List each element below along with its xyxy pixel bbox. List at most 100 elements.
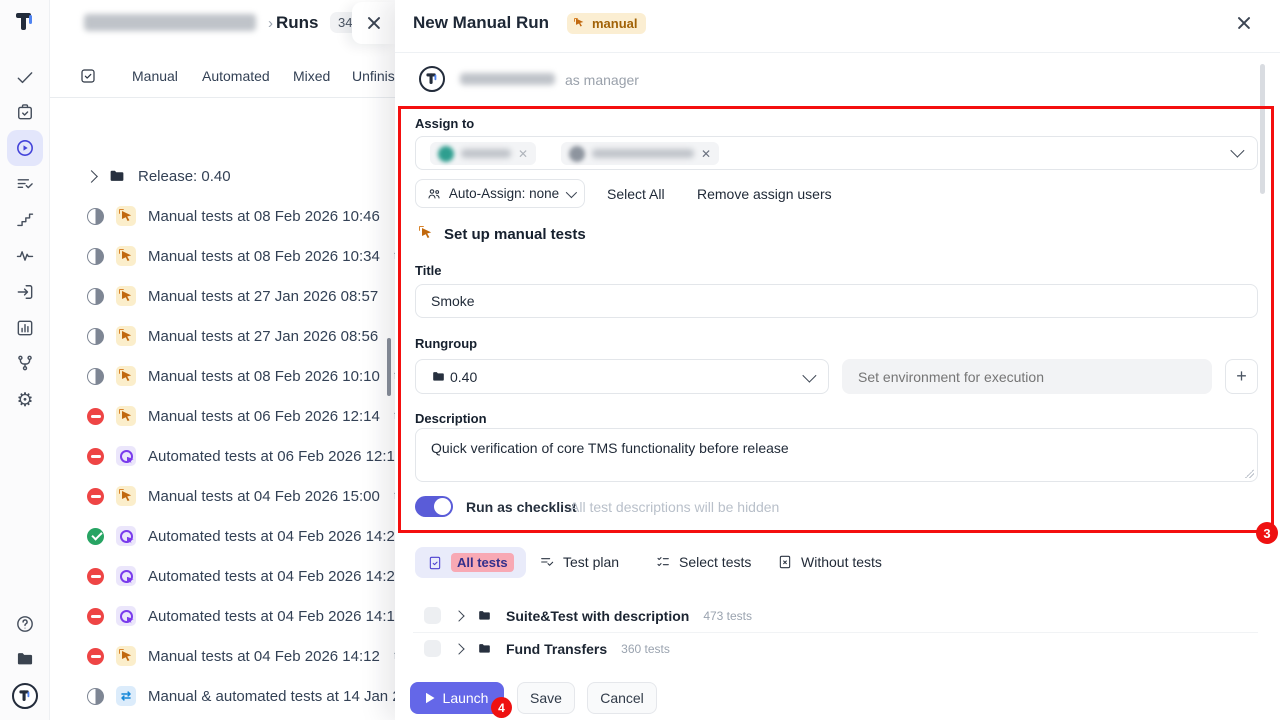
description-textarea[interactable]: Quick verification of core TMS functiona… (416, 429, 1257, 481)
rungroup-select[interactable]: 0.40 (415, 359, 829, 394)
user-avatar-logo[interactable] (15, 686, 35, 706)
auto-assign-dropdown[interactable]: Auto-Assign: none (415, 179, 585, 208)
tab-all-tests[interactable]: All tests (415, 547, 526, 578)
run-row[interactable]: Automated tests at 04 Feb 2026 14:16 (50, 596, 395, 636)
breadcrumb-runs[interactable]: Runs (276, 13, 319, 33)
remove-assign-users-button[interactable]: Remove assign users (697, 186, 832, 202)
status-in-progress-icon (87, 288, 104, 305)
run-row[interactable]: Manual & automated tests at 14 Jan 2026 (50, 676, 395, 716)
automated-run-icon (116, 446, 136, 466)
tab-label: Select tests (679, 554, 751, 570)
help-icon[interactable] (15, 614, 35, 634)
run-label: Manual tests at 06 Feb 2026 12:14 (148, 408, 380, 425)
environment-input[interactable] (842, 359, 1212, 394)
tree-row-suite[interactable]: Suite&Test with description 473 tests (424, 607, 752, 624)
annotation-region-number: 3 (1256, 522, 1278, 544)
tab-select-tests[interactable]: Select tests (655, 554, 751, 570)
tab-automated[interactable]: Automated (202, 68, 270, 84)
run-label: Automated tests at 04 Feb 2026 14:20 (148, 568, 395, 585)
run-row[interactable]: Automated tests at 04 Feb 2026 14:20 (50, 556, 395, 596)
manual-run-icon (116, 486, 136, 506)
tree-row-fund-transfers[interactable]: Fund Transfers 360 tests (424, 640, 670, 657)
list-check-icon[interactable] (15, 174, 35, 194)
resize-handle[interactable] (1245, 469, 1254, 478)
save-button[interactable]: Save (517, 682, 575, 714)
app-root: ⚙ › Runs 342 Manual Automated Mixed Unfi… (0, 0, 1280, 720)
manual-run-icon (116, 366, 136, 386)
owner-name-blurred (460, 73, 555, 85)
cancel-button[interactable]: Cancel (587, 682, 657, 714)
chevron-right-icon[interactable] (453, 643, 464, 654)
tab-without-tests[interactable]: Without tests (777, 554, 882, 570)
tab-test-plan[interactable]: Test plan (539, 554, 619, 570)
run-row[interactable]: Manual tests at 08 Feb 2026 10:10fro (50, 356, 395, 396)
runs-board-icon[interactable] (79, 67, 97, 85)
manual-run-icon (116, 326, 136, 346)
tab-mixed[interactable]: Mixed (293, 68, 330, 84)
play-circle-icon[interactable] (15, 138, 35, 158)
check-icon[interactable] (15, 67, 35, 87)
run-row[interactable]: Manual tests at 04 Feb 2026 15:00fro (50, 476, 395, 516)
tab-unfinished[interactable]: Unfinished (352, 68, 395, 84)
run-label: Automated tests at 04 Feb 2026 14:16 (148, 608, 395, 625)
list-scrollbar[interactable] (387, 338, 391, 396)
run-row[interactable]: Manual tests at 04 Feb 2026 14:12fro (50, 636, 395, 676)
status-in-progress-icon (87, 248, 104, 265)
run-row[interactable]: Manual tests at 06 Feb 2026 12:14fro (50, 396, 395, 436)
assignee-chip[interactable]: ✕ (561, 142, 719, 165)
description-label: Description (415, 411, 487, 426)
checklist-label: Run as checklist (466, 499, 577, 515)
app-logo[interactable] (14, 11, 36, 33)
chevron-down-icon[interactable] (1230, 144, 1244, 158)
rungroup-value: 0.40 (450, 369, 477, 385)
add-environment-button[interactable]: + (1225, 359, 1258, 394)
tree-divider (413, 632, 1258, 633)
breadcrumb-separator: › (268, 15, 273, 32)
breadcrumb-project-blurred[interactable] (84, 14, 256, 31)
tabs-divider (50, 97, 395, 98)
folder-icon[interactable] (15, 649, 35, 669)
sign-in-icon[interactable] (15, 282, 35, 302)
bar-chart-icon[interactable] (15, 318, 35, 338)
modal-scrollbar[interactable] (1260, 64, 1265, 194)
git-fork-icon[interactable] (15, 353, 35, 373)
assignee-chip[interactable]: ✕ (430, 142, 536, 165)
steps-icon[interactable] (15, 210, 35, 230)
clipboard-check-icon[interactable] (15, 102, 35, 122)
run-as-checklist-toggle[interactable] (415, 496, 453, 517)
tree-checkbox[interactable] (424, 640, 441, 657)
tree-checkbox[interactable] (424, 607, 441, 624)
launch-label: Launch (443, 690, 489, 706)
rungroup-label: Rungroup (415, 336, 477, 351)
launch-button[interactable]: Launch (410, 682, 504, 714)
group-row-release[interactable]: Release: 0.40 (50, 156, 395, 196)
status-passed-icon (87, 528, 104, 545)
run-label: Manual tests at 04 Feb 2026 15:00 (148, 488, 380, 505)
users-icon (426, 186, 442, 202)
gear-icon[interactable]: ⚙ (15, 390, 35, 410)
chevron-right-icon[interactable] (85, 170, 98, 183)
run-row[interactable]: Manual tests at 08 Feb 2026 10:34fro (50, 236, 395, 276)
pulse-icon[interactable] (15, 246, 35, 266)
run-label: Manual tests at 04 Feb 2026 14:12 (148, 648, 380, 665)
panel-close-button[interactable] (352, 2, 396, 44)
remove-assignee-icon[interactable]: ✕ (701, 147, 711, 161)
run-row[interactable]: Manual tests at 08 Feb 2026 10:46 (50, 196, 395, 236)
select-all-button[interactable]: Select All (607, 186, 665, 202)
run-row[interactable]: Manual tests at 27 Jan 2026 08:56 (50, 316, 395, 356)
run-row[interactable]: Automated tests at 06 Feb 2026 12:12 (50, 436, 395, 476)
run-row[interactable]: Manual tests at 27 Jan 2026 08:57 (50, 276, 395, 316)
list-check-icon (539, 554, 555, 570)
status-in-progress-icon (87, 688, 104, 705)
assignee-avatar (438, 146, 454, 162)
remove-assignee-icon[interactable]: ✕ (518, 147, 528, 161)
chevron-right-icon[interactable] (453, 610, 464, 621)
tab-manual[interactable]: Manual (132, 68, 178, 84)
run-row[interactable]: Automated tests at 04 Feb 2026 14:24 (50, 516, 395, 556)
title-input[interactable] (415, 284, 1258, 318)
tab-label: Test plan (563, 554, 619, 570)
annotation-launch-number: 4 (491, 697, 512, 718)
run-label: Automated tests at 06 Feb 2026 12:12 (148, 448, 395, 465)
assignees-select[interactable]: ✕ ✕ (415, 136, 1258, 170)
manual-run-icon (116, 246, 136, 266)
